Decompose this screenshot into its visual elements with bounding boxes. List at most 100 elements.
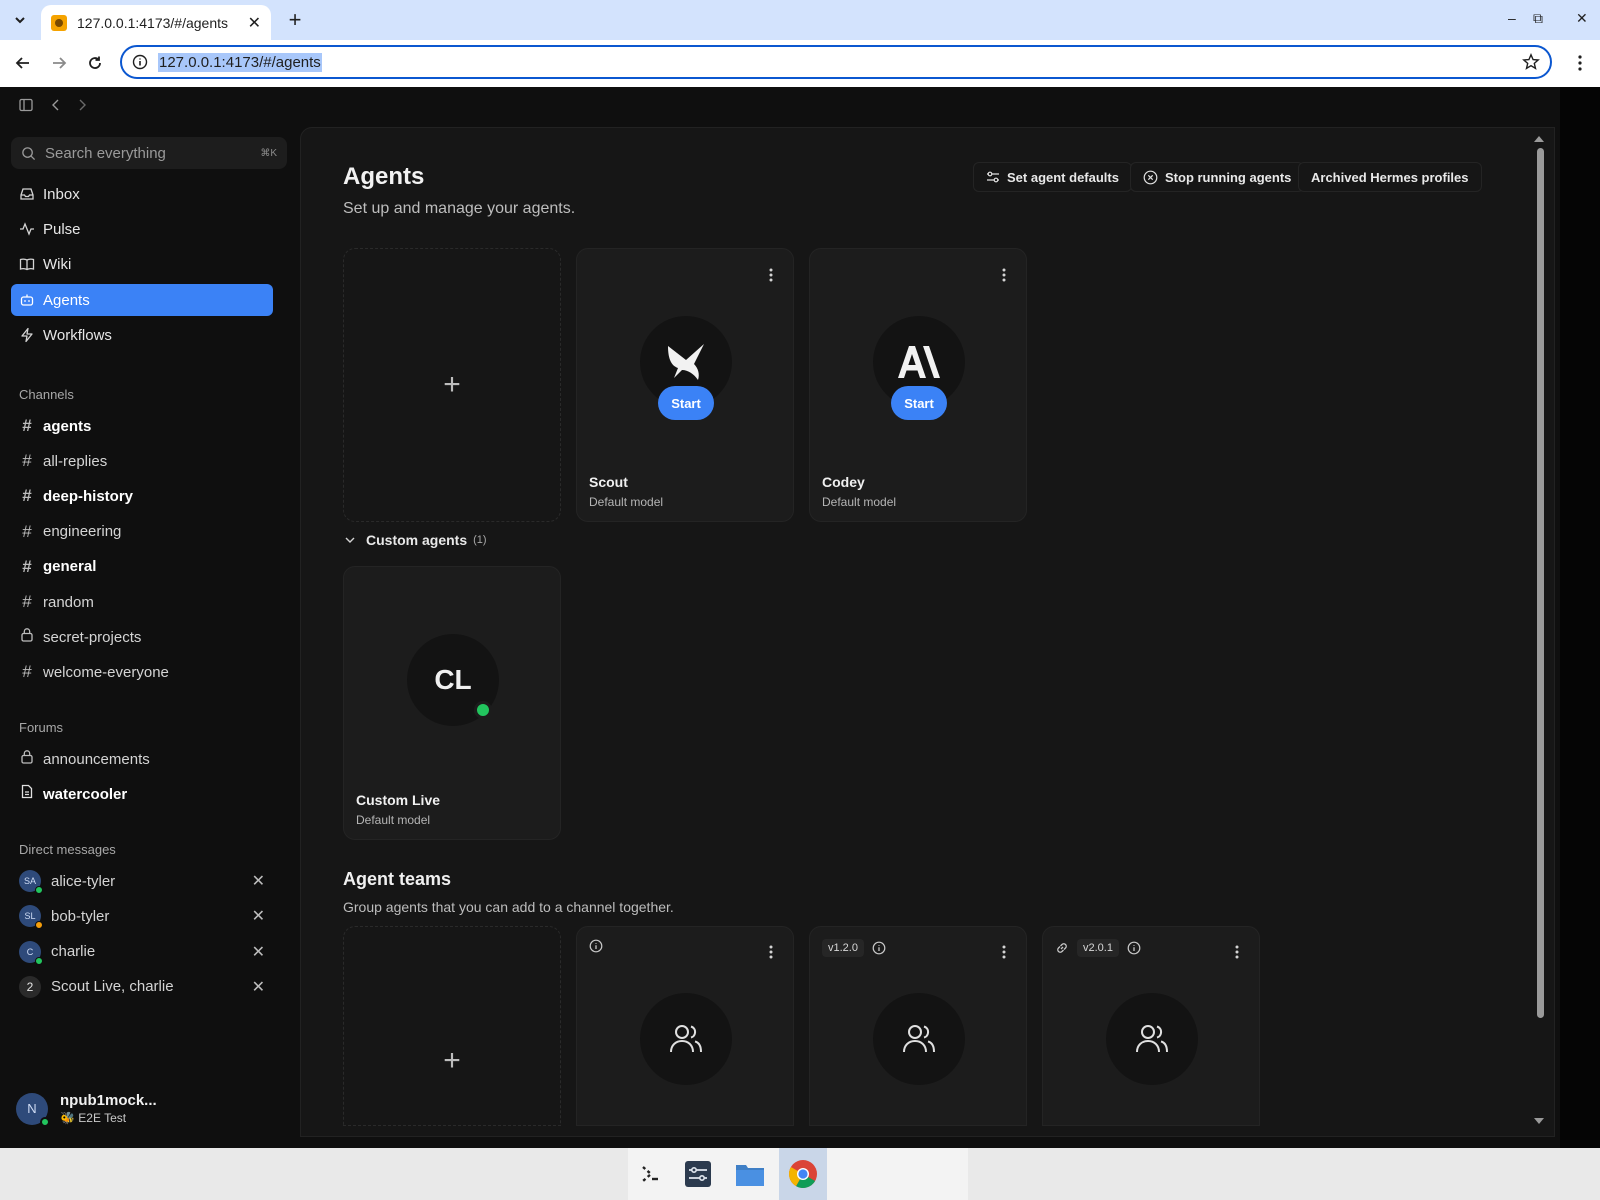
launcher-icon[interactable] [634, 1158, 666, 1190]
scroll-up-arrow[interactable] [1534, 136, 1544, 142]
restore-button[interactable]: ⧉ [1533, 10, 1543, 27]
chrome-app-icon[interactable] [787, 1158, 819, 1190]
document-icon [19, 784, 35, 804]
info-icon[interactable] [872, 941, 886, 955]
avatar-initials: 2 [26, 979, 34, 994]
custom-agents-toggle[interactable]: Custom agents (1) [343, 532, 487, 548]
more-options-icon[interactable] [1002, 267, 1006, 283]
set-agent-defaults-button[interactable]: Set agent defaults [973, 162, 1132, 192]
agent-card-custom-live[interactable]: CL Custom Live Default model [343, 566, 561, 840]
tab-close-icon[interactable]: ✕ [248, 13, 261, 33]
close-icon[interactable]: ✕ [252, 977, 265, 997]
forums-heading: Forums [19, 720, 64, 735]
nav-label: Workflows [43, 326, 112, 344]
sidebar-toggle-icon[interactable] [18, 97, 34, 113]
dm-name: bob-tyler [51, 907, 110, 925]
close-icon[interactable]: ✕ [252, 942, 265, 962]
channels-heading: Channels [19, 387, 74, 402]
history-forward-icon[interactable] [74, 97, 90, 113]
custom-agents-label: Custom agents [366, 532, 468, 548]
search-input[interactable]: Search everything ⌘K [11, 137, 287, 169]
info-icon[interactable] [1127, 941, 1141, 955]
nav-label: Pulse [43, 220, 81, 238]
close-icon[interactable]: ✕ [252, 871, 265, 891]
hash-icon: # [22, 556, 32, 576]
reload-button[interactable] [83, 51, 107, 75]
more-options-icon[interactable] [1235, 944, 1239, 960]
history-back-icon[interactable] [48, 97, 64, 113]
archived-hermes-profiles-button[interactable]: Archived Hermes profiles [1298, 162, 1482, 192]
agent-card-scout[interactable]: Start Scout Default model [576, 248, 794, 522]
bookmark-star-icon[interactable] [1522, 53, 1540, 71]
settings-app-icon[interactable] [682, 1158, 714, 1190]
nav-label: Agents [43, 291, 90, 309]
agent-card-codey[interactable]: Start Codey Default model [809, 248, 1027, 522]
forum-item[interactable]: announcements [11, 743, 273, 775]
channel-item[interactable]: # general [11, 551, 273, 583]
more-options-icon[interactable] [1002, 944, 1006, 960]
dm-name: Scout Live, charlie [51, 978, 174, 996]
channel-name: secret-projects [43, 628, 142, 646]
team-card[interactable]: v2.0.1 [1042, 926, 1260, 1126]
url-text[interactable]: 127.0.0.1:4173/#/agents [158, 53, 322, 72]
site-info-icon[interactable] [132, 54, 148, 70]
channel-name: general [43, 558, 97, 576]
file-manager-icon[interactable] [734, 1158, 766, 1190]
link-icon[interactable] [1055, 941, 1069, 955]
book-icon [19, 256, 35, 272]
avatar-initials: C [26, 946, 34, 957]
new-team-card[interactable]: + [343, 926, 561, 1126]
browser-menu-icon[interactable] [1572, 52, 1588, 74]
back-button[interactable] [11, 51, 35, 75]
more-options-icon[interactable] [769, 944, 773, 960]
address-bar[interactable]: 127.0.0.1:4173/#/agents [120, 45, 1552, 79]
dm-item[interactable]: SA alice-tyler ✕ [11, 865, 273, 897]
stop-running-agents-button[interactable]: Stop running agents [1130, 162, 1305, 192]
close-window-button[interactable]: ✕ [1576, 10, 1588, 27]
info-icon[interactable] [589, 939, 603, 953]
new-tab-button[interactable]: + [283, 7, 307, 32]
more-options-icon[interactable] [769, 267, 773, 283]
start-button[interactable]: Start [658, 386, 714, 420]
forward-button[interactable] [47, 51, 71, 75]
browser-tab[interactable]: 127.0.0.1:4173/#/agents ✕ [41, 5, 271, 40]
minimize-button[interactable]: – [1508, 10, 1516, 26]
channel-item[interactable]: # random [11, 586, 273, 618]
nav-agents[interactable]: Agents [11, 284, 273, 316]
agent-model: Default model [822, 495, 897, 509]
tab-search-dropdown-icon[interactable] [8, 8, 32, 32]
dm-item[interactable]: 2 Scout Live, charlie ✕ [11, 971, 273, 1003]
channel-item[interactable]: # engineering [11, 516, 273, 548]
start-button[interactable]: Start [891, 386, 947, 420]
nav-inbox[interactable]: Inbox [11, 178, 273, 210]
channel-item[interactable]: # all-replies [11, 445, 273, 477]
current-user[interactable]: N npub1mock... 🐝 E2E Test [16, 1092, 157, 1127]
agent-model: Default model [356, 813, 431, 827]
scrollbar-thumb[interactable] [1537, 148, 1544, 1018]
channel-item[interactable]: secret-projects [11, 621, 273, 653]
anthropic-logo-icon [898, 346, 940, 378]
channel-item[interactable]: # welcome-everyone [11, 656, 273, 688]
scroll-down-arrow[interactable] [1534, 1118, 1544, 1124]
users-icon [903, 1025, 935, 1053]
bolt-icon [19, 327, 35, 343]
new-agent-card[interactable]: + [343, 248, 561, 522]
team-card-header: v1.2.0 [822, 939, 886, 957]
nav-workflows[interactable]: Workflows [11, 319, 273, 351]
browser-tabbar: 127.0.0.1:4173/#/agents ✕ + – ⧉ ✕ [0, 0, 1600, 40]
window-edge [1560, 87, 1600, 1148]
team-card[interactable]: v1.2.0 [809, 926, 1027, 1126]
nav-pulse[interactable]: Pulse [11, 213, 273, 245]
forum-item[interactable]: watercooler [11, 778, 273, 810]
team-card[interactable] [576, 926, 794, 1126]
close-icon[interactable]: ✕ [252, 906, 265, 926]
dm-item[interactable]: SL bob-tyler ✕ [11, 900, 273, 932]
app-root: Search everything ⌘K Inbox Pulse Wiki Ag… [0, 87, 1560, 1148]
button-label: Stop running agents [1165, 169, 1292, 185]
dm-item[interactable]: Ccharlie ✕ [11, 936, 273, 968]
channel-item[interactable]: # deep-history [11, 480, 273, 512]
favicon-icon [51, 14, 67, 31]
page-title: Agents [343, 163, 425, 190]
nav-wiki[interactable]: Wiki [11, 248, 273, 280]
channel-item[interactable]: # agents [11, 410, 273, 442]
